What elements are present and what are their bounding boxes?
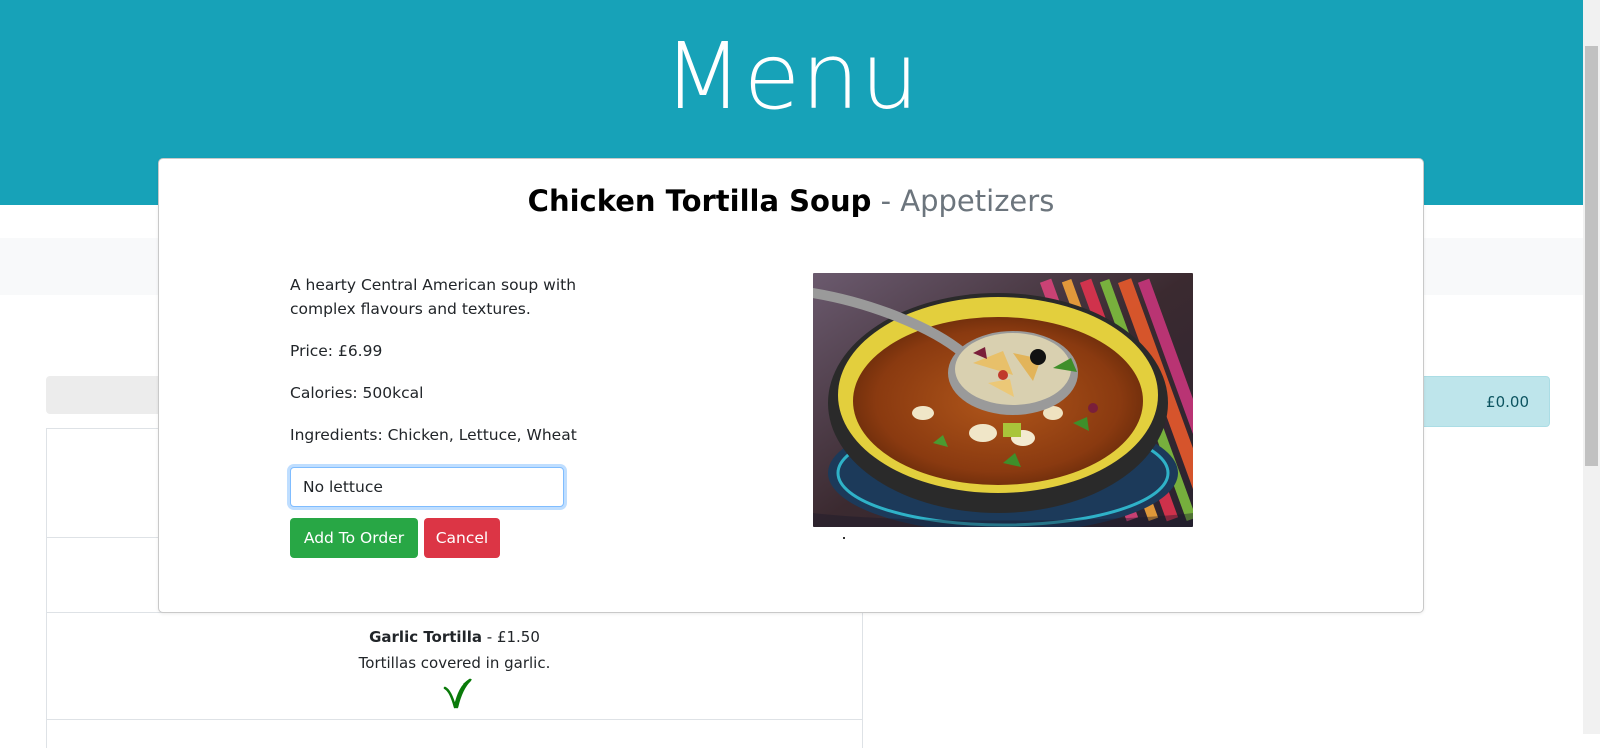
order-total: £0.00 xyxy=(1486,393,1529,411)
add-to-order-button[interactable]: Add To Order xyxy=(290,518,418,558)
item-calories: Calories: 500kcal xyxy=(290,384,424,402)
vegan-v-icon xyxy=(443,678,472,709)
scrollbar-thumb[interactable] xyxy=(1585,46,1598,466)
modal-item-name: Chicken Tortilla Soup xyxy=(527,184,872,218)
menu-item-price: £1.50 xyxy=(496,628,540,646)
row-divider xyxy=(47,719,862,720)
menu-item-description: Tortillas covered in garlic. xyxy=(358,654,551,672)
item-description: A hearty Central American soup with comp… xyxy=(290,276,577,318)
modal-title-separator: - xyxy=(871,184,901,218)
menu-item-name: Garlic Tortilla xyxy=(369,628,482,646)
modal-item-category: Appetizers xyxy=(900,184,1055,218)
page-title: Menu xyxy=(663,23,920,130)
menu-item-separator: - xyxy=(481,628,497,646)
cancel-button[interactable]: Cancel xyxy=(424,518,500,558)
page-scrollbar[interactable] xyxy=(1583,0,1600,734)
caption-dot xyxy=(843,537,845,539)
item-ingredients: Ingredients: Chicken, Lettuce, Wheat xyxy=(290,426,577,444)
item-detail-modal: Chicken Tortilla Soup - Appetizers A hea… xyxy=(158,158,1424,613)
item-price: Price: £6.99 xyxy=(290,342,383,360)
special-request-input[interactable] xyxy=(290,467,564,507)
menu-item-heading: Garlic Tortilla - £1.50 xyxy=(46,628,863,646)
soup-photo xyxy=(813,273,1193,527)
modal-title: Chicken Tortilla Soup - Appetizers xyxy=(159,181,1423,221)
menu-item-garlic-tortilla[interactable]: Garlic Tortilla - £1.50 Tortillas covere… xyxy=(46,612,863,719)
